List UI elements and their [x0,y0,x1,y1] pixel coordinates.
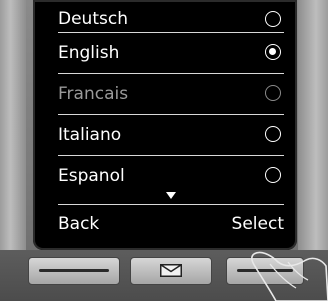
bezel-right [298,0,328,250]
select-softkey[interactable]: Select [232,214,284,234]
phone-handset: Deutsch English Francais Italiano Espano… [0,0,328,301]
back-softkey[interactable]: Back [58,214,99,234]
left-soft-button[interactable] [28,257,120,285]
list-item-italiano[interactable]: Italiano [58,115,284,156]
language-list: Deutsch English Francais Italiano Espano… [58,0,284,196]
envelope-icon [160,264,182,277]
list-item-label: Italiano [58,125,122,145]
radio-selected-icon[interactable] [265,44,281,60]
radio-unselected-icon[interactable] [265,167,281,183]
list-item-english[interactable]: English [58,33,284,74]
list-item-deutsch[interactable]: Deutsch [58,7,284,33]
radio-unselected-icon[interactable] [265,85,281,101]
radio-unselected-icon[interactable] [265,10,281,27]
list-item-label: English [58,43,120,63]
list-item-label: Espanol [58,166,125,186]
key-line-marking [39,269,109,272]
list-item-label: Deutsch [58,9,128,29]
scroll-down-arrow-icon [166,192,176,199]
list-item-espanol[interactable]: Espanol [58,156,284,196]
softkey-divider [58,204,284,205]
pointing-finger-icon [251,251,328,301]
bezel-left [0,0,26,250]
list-item-francais[interactable]: Francais [58,74,284,115]
display-screen: Deutsch English Francais Italiano Espano… [33,0,297,250]
message-button[interactable] [130,257,212,285]
list-item-label: Francais [58,84,129,104]
radio-unselected-icon[interactable] [265,126,281,142]
